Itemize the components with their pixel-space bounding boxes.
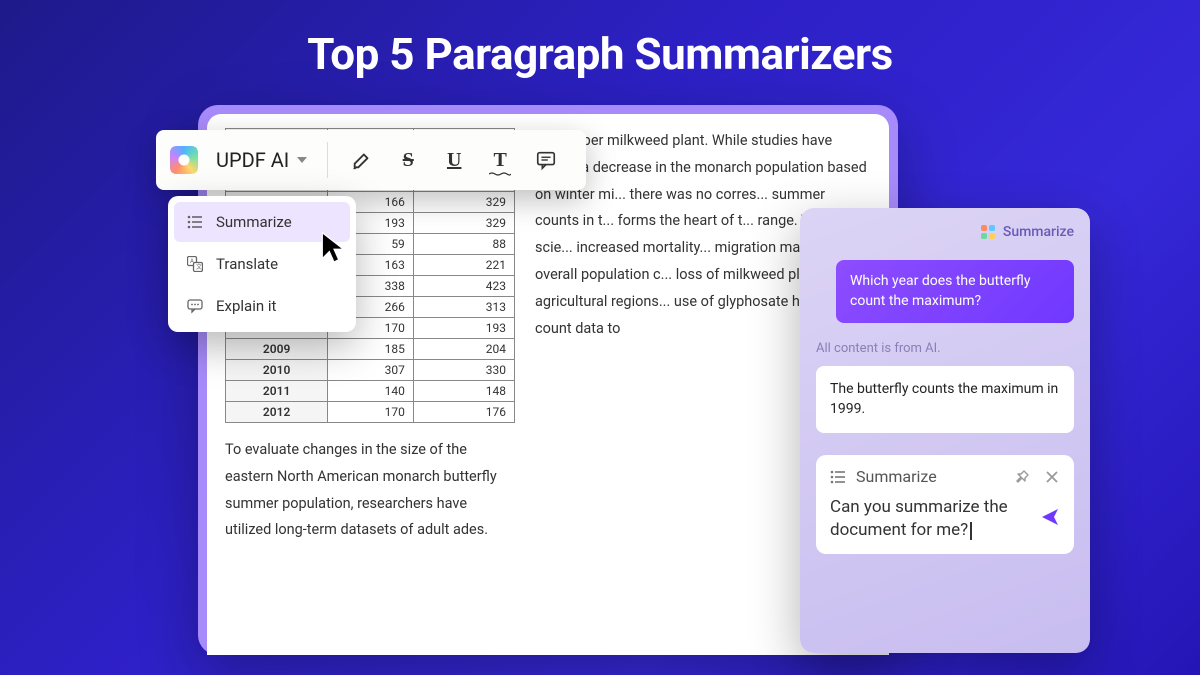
translate-icon: A文: [186, 255, 204, 273]
list-icon: [186, 213, 204, 231]
table-row: 2012170176: [226, 402, 515, 423]
chat-bubble-icon: [186, 297, 204, 315]
user-message: Which year does the butterfly count the …: [836, 260, 1074, 323]
table-row: 2009185204: [226, 339, 515, 360]
ai-toolbar: UPDF AI S U T: [156, 130, 586, 190]
strikethrough-icon[interactable]: S: [394, 146, 422, 174]
chat-logo-icon: [981, 225, 995, 239]
text-tool-icon[interactable]: T: [486, 146, 514, 174]
chevron-down-icon: [297, 157, 307, 163]
ai-disclaimer: All content is from AI.: [816, 341, 1074, 356]
table-row: 2010307330: [226, 360, 515, 381]
svg-text:A: A: [190, 258, 194, 265]
comment-icon[interactable]: [532, 146, 560, 174]
summarize-chat-panel: Summarize Which year does the butterfly …: [800, 208, 1090, 653]
ai-message: The butterfly counts the maximum in 1999…: [816, 366, 1074, 433]
highlighter-icon[interactable]: [348, 146, 376, 174]
chat-input-card: Summarize Can you summarize the document…: [816, 455, 1074, 554]
page-headline: Top 5 Paragraph Summarizers: [0, 0, 1200, 80]
updf-brand-label: UPDF AI: [216, 148, 289, 172]
updf-logo-icon: [170, 146, 198, 174]
chat-title: Summarize: [1003, 224, 1074, 240]
toolbar-divider: [327, 142, 328, 178]
chat-header: Summarize: [816, 224, 1074, 240]
input-mode-label: Summarize: [856, 467, 937, 486]
close-icon[interactable]: [1044, 469, 1060, 485]
svg-text:文: 文: [196, 263, 202, 271]
send-button[interactable]: [1040, 507, 1060, 532]
dropdown-label: Explain it: [216, 297, 276, 315]
input-mode-selector[interactable]: Summarize: [830, 467, 937, 486]
left-paragraph: To evaluate changes in the size of the e…: [225, 437, 515, 544]
table-row: 2011140148: [226, 381, 515, 402]
dropdown-label: Summarize: [216, 213, 292, 231]
text-cursor: [970, 522, 972, 540]
dropdown-item-explain[interactable]: Explain it: [174, 286, 350, 326]
cursor-icon: [320, 230, 348, 266]
dropdown-label: Translate: [216, 255, 278, 273]
underline-icon[interactable]: U: [440, 146, 468, 174]
pin-icon[interactable]: [1014, 469, 1030, 485]
updf-ai-dropdown[interactable]: UPDF AI: [216, 148, 307, 172]
chat-input[interactable]: Can you summarize the document for me?: [830, 496, 1030, 542]
